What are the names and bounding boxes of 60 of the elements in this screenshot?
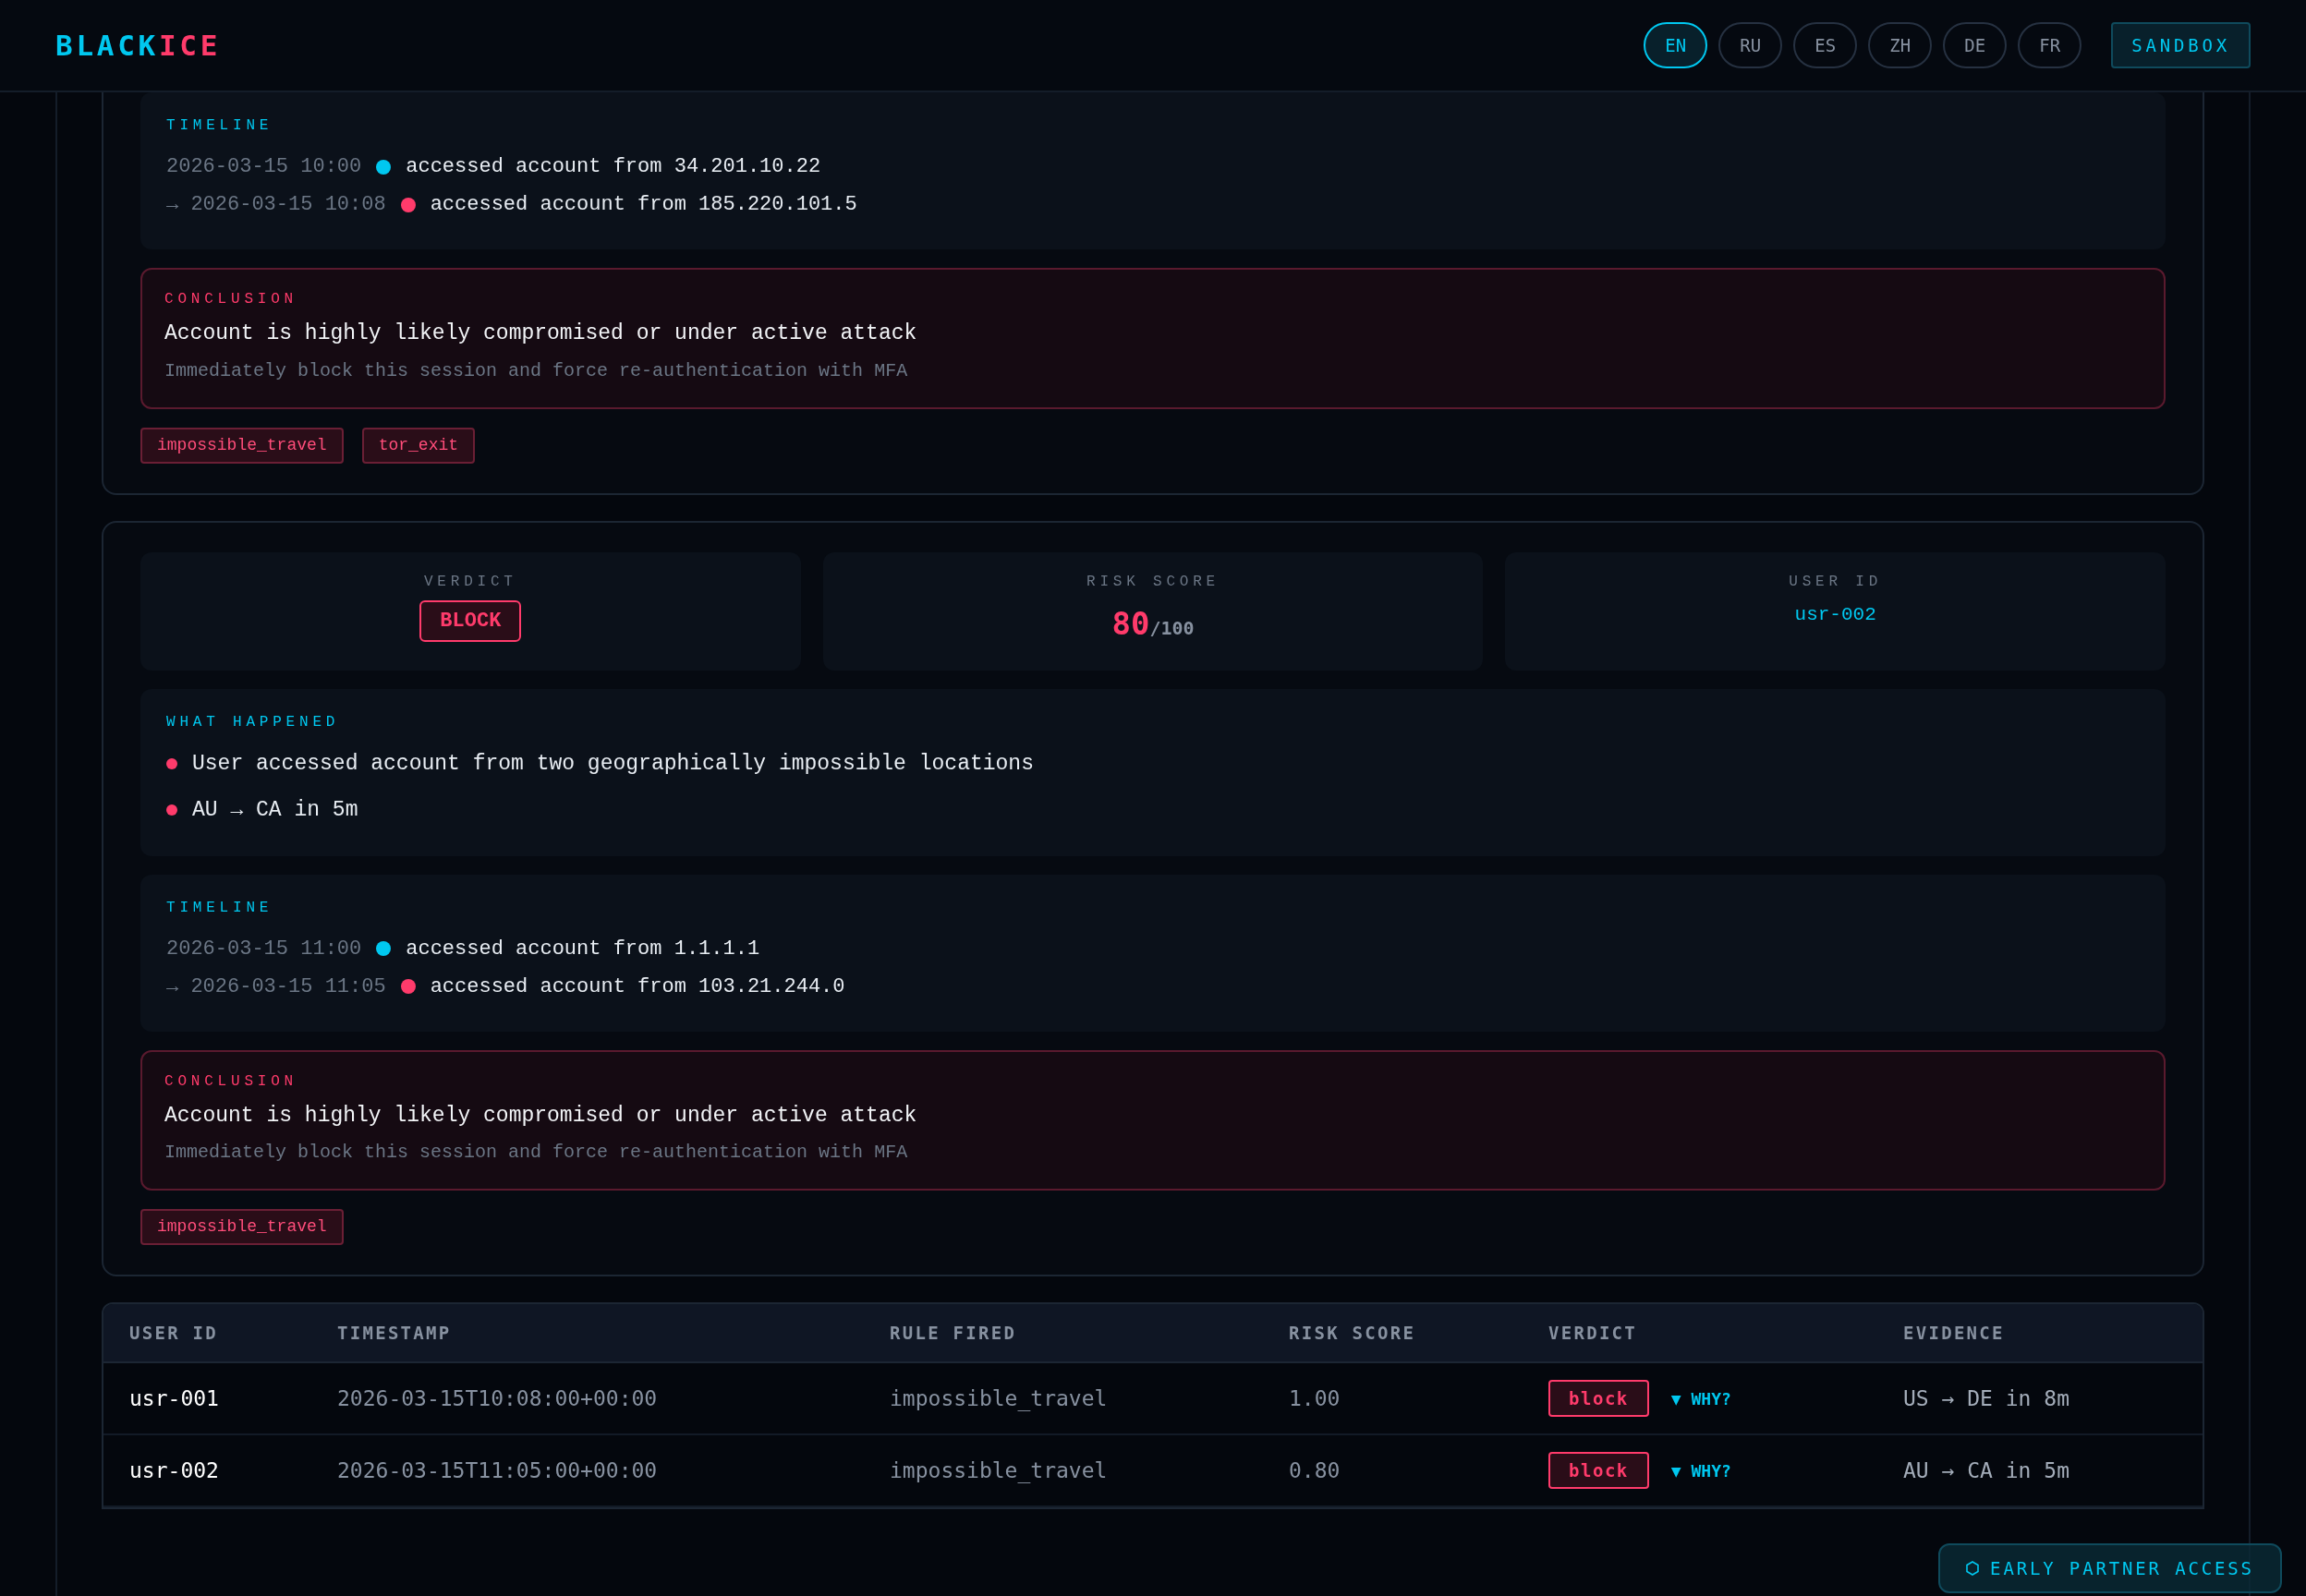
event-time: → 2026-03-15 10:08 [166, 192, 386, 218]
finding-text: AU → CA in 5m [192, 797, 358, 824]
stat-label: RISK SCORE [1086, 572, 1220, 592]
conclusion-advice: Immediately block this session and force re-authentication with MFA [164, 358, 909, 383]
user-id-value: usr-002 [1794, 602, 1876, 627]
event-text: accessed account from 34.201.10.22 [406, 154, 821, 180]
table-cell-text: US → DE in 8m [1903, 1384, 2069, 1412]
bullet-icon [166, 757, 177, 769]
why-toggle[interactable]: ▼ WHY? [1670, 1385, 1731, 1411]
table-cell-text: 1.00 [1289, 1384, 1341, 1412]
why-toggle[interactable]: ▼ WHY? [1670, 1457, 1731, 1483]
tag: tor_exit [361, 427, 476, 464]
section-label: CONCLUSION [164, 1071, 298, 1092]
hexagon-icon [1966, 1561, 1980, 1576]
risk-score-value: 80/100 [1111, 603, 1195, 644]
table-cell-text: impossible_travel [890, 1457, 1109, 1485]
language-button[interactable]: ES [1793, 22, 1858, 68]
language-button[interactable]: ZH [1868, 22, 1933, 68]
table-cell-text: impossible_travel [890, 1384, 1109, 1413]
tag: impossible_travel [140, 427, 344, 464]
event-time: → 2026-03-15 11:05 [166, 973, 386, 1000]
event-time: 2026-03-15 11:00 [166, 936, 362, 962]
tag: impossible_travel [140, 1209, 344, 1245]
column-header: TIMESTAMP [337, 1321, 453, 1345]
sandbox-button[interactable]: SANDBOX [2111, 22, 2251, 68]
section-label: TIMELINE [166, 898, 274, 918]
column-header: VERDICT [1548, 1321, 1639, 1345]
section-label: CONCLUSION [164, 290, 298, 309]
verdict-badge: block [1548, 1451, 1649, 1490]
event-text: accessed account from 103.21.244.0 [430, 973, 845, 1000]
section-label: TIMELINE [166, 116, 274, 136]
section-label: WHAT HAPPENED [166, 712, 341, 732]
event-time: 2026-03-15 10:00 [166, 154, 362, 180]
column-header: USER ID [129, 1321, 220, 1345]
logo: BLACKICE [55, 27, 222, 64]
column-header: EVIDENCE [1903, 1321, 2006, 1345]
conclusion-title: Account is highly likely compromised or under active attack [164, 1102, 918, 1130]
table-cell-text: usr-002 [129, 1457, 220, 1484]
table-cell-text: AU → CA in 5m [1903, 1457, 2069, 1484]
finding-text: User accessed account from two geographically impossible locations [192, 750, 1034, 778]
table-cell-text: 2026-03-15T10:08:00+00:00 [337, 1384, 659, 1412]
language-button[interactable]: DE [1943, 22, 2008, 68]
bullet-icon [166, 804, 177, 816]
partner-access-badge: EARLY PARTNER ACCESS [1938, 1543, 2282, 1593]
conclusion-title: Account is highly likely compromised or under active attack [164, 320, 918, 347]
conclusion-advice: Immediately block this session and force re-authentication with MFA [164, 1141, 909, 1165]
event-text: accessed account from 1.1.1.1 [406, 936, 760, 962]
table-cell-text: usr-001 [129, 1384, 220, 1412]
table-cell-text: 2026-03-15T11:05:00+00:00 [337, 1457, 659, 1484]
language-button[interactable]: EN [1644, 22, 1708, 68]
table-cell-text: 0.80 [1289, 1457, 1341, 1484]
stat-label: USER ID [1789, 572, 1883, 592]
column-header: RISK SCORE [1289, 1321, 1417, 1345]
column-header: RULE FIRED [890, 1321, 1018, 1345]
verdict-badge: block [1548, 1379, 1649, 1418]
event-text: accessed account from 185.220.101.5 [430, 192, 857, 218]
language-button[interactable]: FR [2018, 22, 2082, 68]
language-button[interactable]: RU [1718, 22, 1783, 68]
verdict-badge: BLOCK [419, 599, 522, 642]
stat-label: VERDICT [423, 572, 517, 592]
